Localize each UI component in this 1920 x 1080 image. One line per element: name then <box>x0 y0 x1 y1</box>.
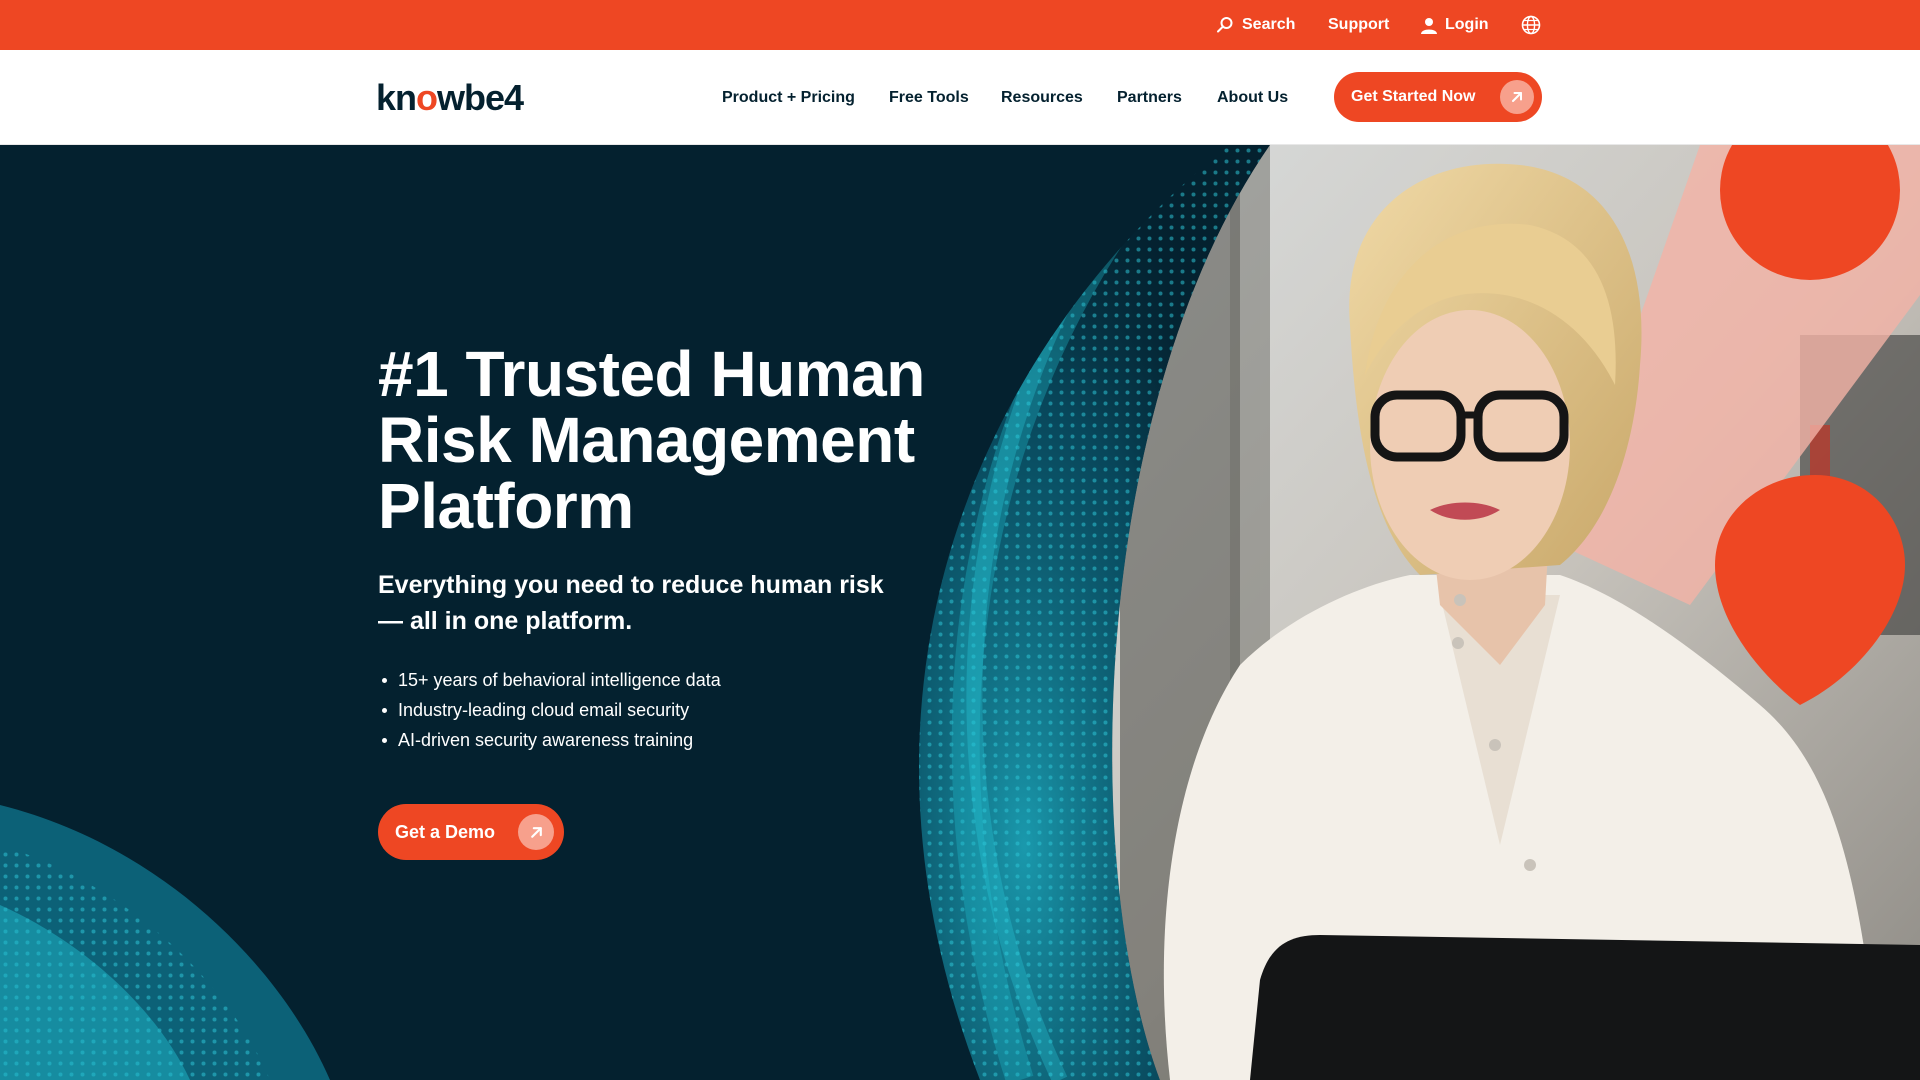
search-link[interactable]: Search <box>1216 0 1295 50</box>
hero-title-line-3: Platform <box>378 470 634 542</box>
list-item: Industry-leading cloud email security <box>378 695 721 725</box>
nav-product-pricing[interactable]: Product + Pricing <box>722 50 855 145</box>
logo-text-start: kn <box>376 77 417 118</box>
search-label: Search <box>1242 16 1296 33</box>
arrow-up-right-icon <box>518 814 554 850</box>
hero-title: #1 Trusted Human Risk Management Platfor… <box>378 341 998 539</box>
support-link[interactable]: Support <box>1328 0 1389 50</box>
nav-resources[interactable]: Resources <box>1001 50 1083 145</box>
hero-title-line-1: #1 Trusted Human <box>378 338 925 410</box>
user-icon <box>1421 17 1437 34</box>
login-label: Login <box>1445 16 1489 33</box>
utility-bar: Search Support Login <box>0 0 1920 50</box>
arrow-up-right-icon <box>1500 80 1534 114</box>
knowbe4-logo[interactable]: kn o wbe4 <box>376 76 524 120</box>
hero-background-art <box>0 145 1920 1080</box>
login-link[interactable]: Login <box>1421 0 1489 50</box>
hero-bullet-list: 15+ years of behavioral intelligence dat… <box>378 665 721 755</box>
hero-section: #1 Trusted Human Risk Management Platfor… <box>0 145 1920 1080</box>
language-selector[interactable] <box>1521 0 1541 50</box>
get-started-button[interactable]: Get Started Now <box>1334 72 1542 122</box>
hero-photo <box>1112 145 1920 1080</box>
main-navigation: kn o wbe4 Product + Pricing Free Tools Res… <box>0 50 1920 145</box>
logo-text-end: wbe4 <box>437 77 524 118</box>
nav-free-tools[interactable]: Free Tools <box>889 50 969 145</box>
search-icon <box>1217 17 1233 33</box>
get-started-label: Get Started Now <box>1351 88 1476 105</box>
logo-text-accent: o <box>416 77 438 118</box>
get-a-demo-label: Get a Demo <box>395 821 496 842</box>
nav-about-us[interactable]: About Us <box>1217 50 1288 145</box>
get-a-demo-button[interactable]: Get a Demo <box>378 804 564 860</box>
globe-icon <box>1521 15 1541 35</box>
support-label: Support <box>1328 16 1390 33</box>
nav-partners[interactable]: Partners <box>1117 50 1182 145</box>
list-item: 15+ years of behavioral intelligence dat… <box>378 665 721 695</box>
hero-subtitle: Everything you need to reduce human risk… <box>378 571 884 635</box>
list-item: AI-driven security awareness training <box>378 725 721 755</box>
hero-title-line-2: Risk Management <box>378 404 915 476</box>
